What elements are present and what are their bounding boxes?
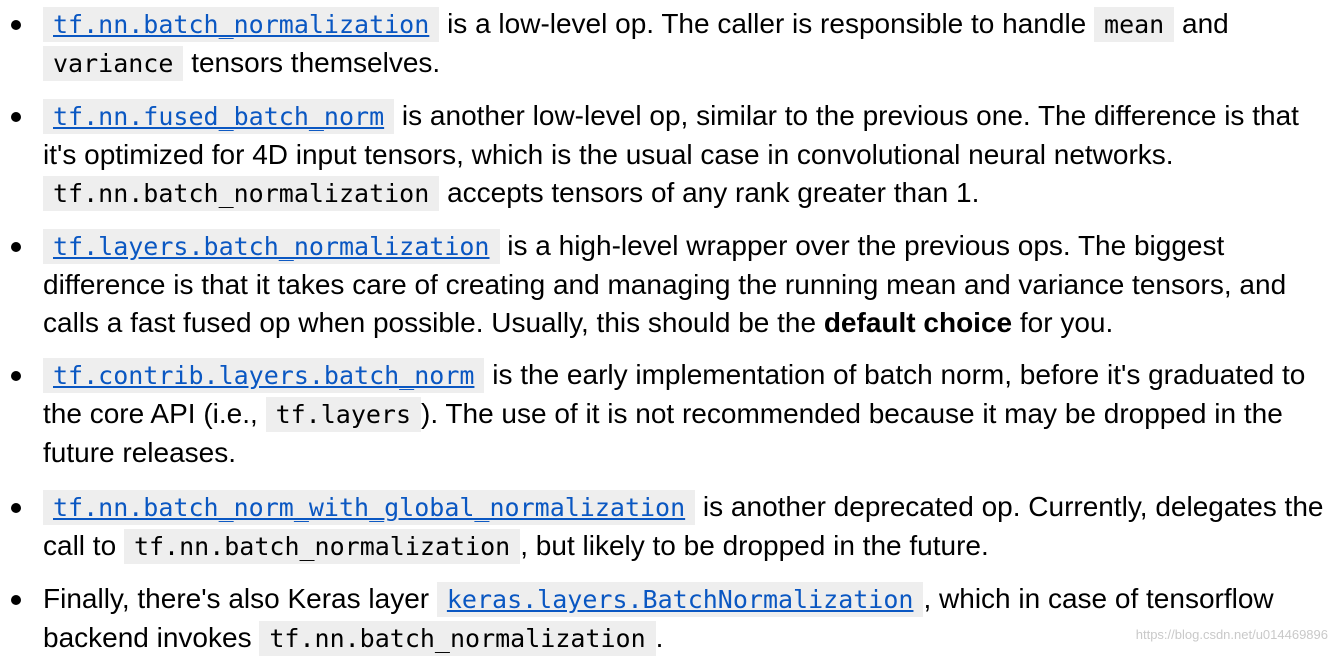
item-text: and (1174, 8, 1229, 39)
list-item: Finally, there's also Keras layer keras.… (0, 580, 1338, 658)
code-tf-layers: tf.layers (265, 397, 422, 432)
item-text: Finally, there's also Keras layer (43, 583, 437, 614)
bold-default-choice: default choice (823, 307, 1013, 338)
list-item: tf.layers.batch_normalization is a high-… (0, 227, 1338, 342)
code-batch-normalization: tf.nn.batch_normalization (43, 176, 440, 211)
api-link-layers-batch-normalization[interactable]: tf.layers.batch_normalization (43, 229, 500, 264)
api-link-batch-normalization[interactable]: tf.nn.batch_normalization (43, 7, 440, 42)
item-text: accepts tensors of any rank greater than… (439, 177, 980, 208)
list-item: tf.nn.fused_batch_norm is another low-le… (0, 97, 1338, 213)
item-text: for you. (1012, 307, 1114, 338)
api-link-contrib-batch-norm[interactable]: tf.contrib.layers.batch_norm (43, 358, 485, 393)
item-text: is a low-level op. The caller is respons… (439, 8, 1095, 39)
item-text: . (655, 622, 664, 653)
code-mean: mean (1094, 7, 1175, 42)
watermark: https://blog.csdn.net/u014469896 (1135, 627, 1328, 642)
api-link-fused-batch-norm[interactable]: tf.nn.fused_batch_norm (43, 99, 395, 134)
item-text: , but likely to be dropped in the future… (520, 530, 989, 561)
item-text: tensors themselves. (183, 47, 441, 78)
api-link-batch-norm-global[interactable]: tf.nn.batch_norm_with_global_normalizati… (43, 490, 696, 525)
code-batch-normalization: tf.nn.batch_normalization (123, 529, 521, 564)
api-link-keras-batch-normalization[interactable]: keras.layers.BatchNormalization (436, 582, 924, 617)
list-item: tf.nn.batch_normalization is a low-level… (0, 5, 1338, 83)
code-batch-normalization: tf.nn.batch_normalization (259, 621, 656, 656)
list-item: tf.contrib.layers.batch_norm is the earl… (0, 356, 1338, 472)
code-variance: variance (43, 46, 184, 81)
api-bullet-list: tf.nn.batch_normalization is a low-level… (0, 5, 1338, 672)
list-item: tf.nn.batch_norm_with_global_normalizati… (0, 488, 1338, 566)
